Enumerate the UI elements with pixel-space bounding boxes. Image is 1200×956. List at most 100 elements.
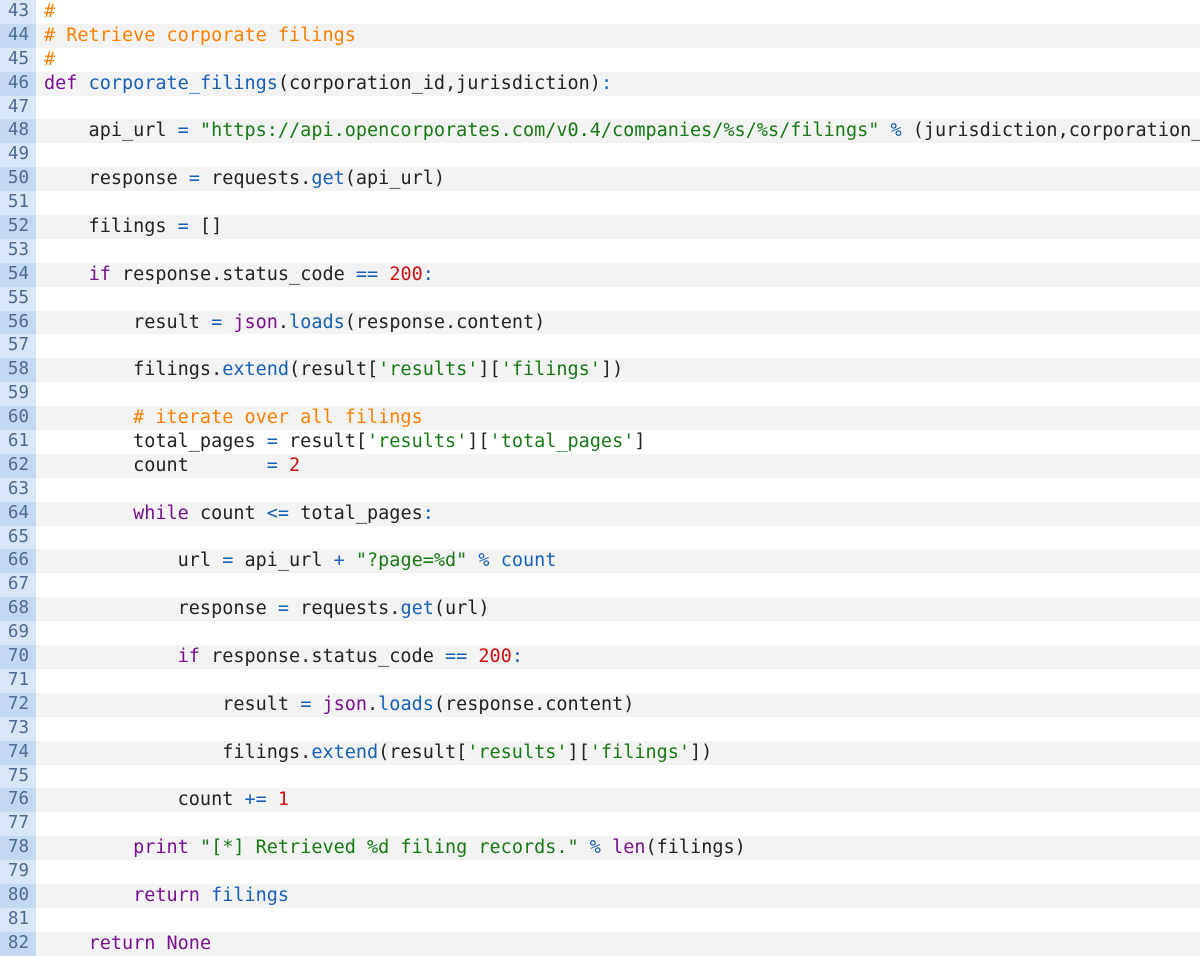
code-token: = xyxy=(188,168,200,190)
code-text: while count <= total_pages: xyxy=(44,502,434,526)
code-token: result xyxy=(44,693,301,715)
code-token: filings. xyxy=(44,359,223,381)
line-number: 70 xyxy=(0,645,36,669)
code-line[interactable]: 45 # xyxy=(0,47,1200,72)
code-token: loads xyxy=(378,693,434,715)
code-line[interactable]: 55 xyxy=(0,286,1200,311)
code-line[interactable]: 70 if response.status_code == 200: xyxy=(0,645,1200,669)
code-token: api_url xyxy=(233,550,334,572)
code-token: def xyxy=(44,72,78,94)
code-token: corporate_filings xyxy=(88,72,278,94)
code-line[interactable]: 71 xyxy=(0,668,1200,693)
code-token: "https://api.opencorporates.com/v0.4/com… xyxy=(199,120,880,142)
line-number: 73 xyxy=(0,716,36,741)
line-number: 67 xyxy=(0,573,36,598)
code-token: # xyxy=(44,48,56,70)
code-text: # Retrieve corporate filings xyxy=(44,24,356,48)
line-number: 43 xyxy=(0,0,36,24)
code-text: total_pages = result['results']['total_p… xyxy=(44,430,645,454)
code-line[interactable]: 77 xyxy=(0,812,1200,837)
code-token: total_pages xyxy=(44,431,267,453)
line-number: 71 xyxy=(0,668,36,693)
line-number: 68 xyxy=(0,597,36,622)
code-line[interactable]: 63 xyxy=(0,477,1200,502)
code-line[interactable]: 81 xyxy=(0,907,1200,932)
line-number: 82 xyxy=(0,931,36,956)
code-line[interactable]: 49 xyxy=(0,143,1200,168)
code-token: get xyxy=(400,598,434,620)
code-line[interactable]: 80 return filings xyxy=(0,883,1200,908)
code-token: % xyxy=(890,120,902,142)
line-number: 64 xyxy=(0,501,36,526)
code-line[interactable]: 64 while count <= total_pages: xyxy=(0,501,1200,526)
line-number: 79 xyxy=(0,860,36,884)
code-token: ]) xyxy=(690,741,713,763)
line-number: 50 xyxy=(0,167,36,192)
code-line[interactable]: 46 def corporate_filings(corporation_id,j… xyxy=(0,71,1200,96)
code-token: if xyxy=(177,646,200,668)
code-token: ]) xyxy=(600,359,624,381)
code-line[interactable]: 47 xyxy=(0,95,1200,120)
code-token: += xyxy=(244,789,267,811)
code-line[interactable]: 69 xyxy=(0,621,1200,646)
code-line[interactable]: 72 result = json.loads(response.content) xyxy=(0,692,1200,717)
code-line[interactable]: 78 print "[*] Retrieved %d filing record… xyxy=(0,836,1200,861)
code-line[interactable]: 82 return None xyxy=(0,931,1200,956)
code-token: ][ xyxy=(567,741,590,763)
code-text: count = 2 xyxy=(44,454,300,478)
line-number: 52 xyxy=(0,215,36,239)
code-token: json xyxy=(233,311,278,333)
code-token: ][ xyxy=(478,359,501,381)
code-line[interactable]: 65 xyxy=(0,525,1200,550)
code-line[interactable]: 56 result = json.loads(response.content) xyxy=(0,310,1200,335)
line-number: 66 xyxy=(0,549,36,574)
code-line[interactable]: 59 xyxy=(0,382,1200,407)
code-line[interactable]: 61 total_pages = result['results']['tota… xyxy=(0,430,1200,454)
code-token: (url) xyxy=(433,598,490,620)
code-line[interactable]: 79 xyxy=(0,860,1200,884)
code-token: + xyxy=(333,550,345,572)
code-line[interactable]: 44 # Retrieve corporate filings xyxy=(0,23,1200,48)
code-line[interactable]: 53 xyxy=(0,238,1200,263)
line-number: 47 xyxy=(0,95,36,120)
code-token: = xyxy=(177,216,189,238)
code-token: = xyxy=(266,431,278,453)
code-token: api_url xyxy=(44,120,178,142)
code-line[interactable]: 76 count += 1 xyxy=(0,788,1200,813)
code-line[interactable]: 74 filings.extend(result['results']['fil… xyxy=(0,740,1200,765)
code-line[interactable]: 73 xyxy=(0,716,1200,741)
code-line[interactable]: 50 response = requests.get(api_url) xyxy=(0,167,1200,192)
code-editor[interactable]: 43 #44 # Retrieve corporate filings 45 #46 de… xyxy=(0,0,1200,956)
code-line[interactable]: 57 xyxy=(0,334,1200,359)
code-text: response = requests.get(api_url) xyxy=(44,167,445,191)
line-number: 54 xyxy=(0,262,36,287)
code-line[interactable]: 54 if response.status_code == 200: xyxy=(0,262,1200,287)
code-line[interactable]: 67 xyxy=(0,573,1200,598)
code-text: def corporate_filings(corporation_id,jur… xyxy=(44,72,612,96)
code-token: url xyxy=(44,550,223,572)
code-line[interactable]: 58 filings.extend(result['results']['fil… xyxy=(0,358,1200,383)
code-token: return xyxy=(133,884,200,906)
code-token: (response.content) xyxy=(344,311,546,333)
code-line[interactable]: 62 count = 2 xyxy=(0,453,1200,478)
code-token: (filings) xyxy=(645,837,746,859)
code-text: if response.status_code == 200: xyxy=(44,263,434,287)
code-line[interactable]: 48 api_url = "https://api.opencorporates… xyxy=(0,119,1200,144)
code-line[interactable]: 43 # xyxy=(0,0,1200,24)
code-token: result xyxy=(44,311,212,333)
code-token: 'total_pages' xyxy=(489,431,635,453)
code-line[interactable]: 66 url = api_url + "?page=%d" % count xyxy=(0,549,1200,574)
line-number: 65 xyxy=(0,525,36,550)
code-line[interactable]: 68 response = requests.get(url) xyxy=(0,597,1200,622)
code-line[interactable]: 60 # iterate over all filings xyxy=(0,406,1200,431)
code-line[interactable]: 75 xyxy=(0,764,1200,789)
code-line[interactable]: 51 xyxy=(0,191,1200,216)
code-line[interactable]: 52 filings = [] xyxy=(0,215,1200,239)
code-token: 200 xyxy=(478,646,512,668)
